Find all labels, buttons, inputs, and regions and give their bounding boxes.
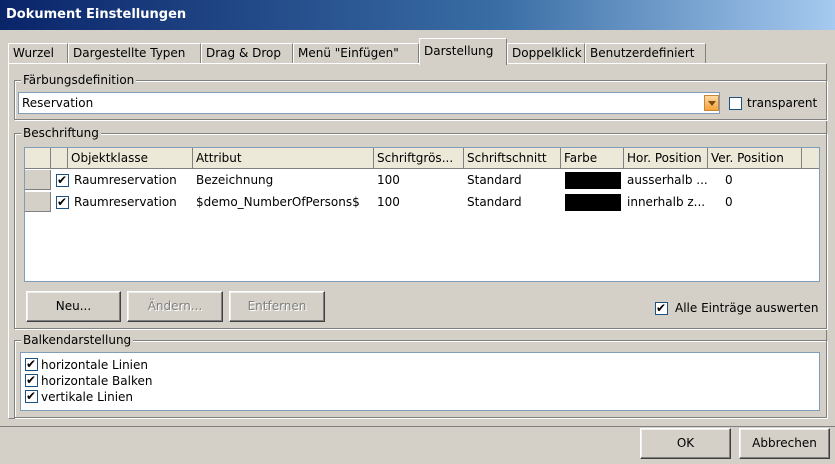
- table-cell-hor-position[interactable]: ausserhalb ...: [627, 170, 707, 190]
- table-cell-schriftschnitt[interactable]: Standard: [467, 170, 559, 190]
- tab-dargestellte-typen[interactable]: Dargestellte Typen: [68, 43, 201, 64]
- transparent-label: transparent: [747, 96, 818, 110]
- col-objektklasse[interactable]: Objektklasse: [68, 148, 193, 169]
- list-item[interactable]: vertikale Linien: [25, 388, 134, 405]
- table-cell-attribut[interactable]: Bezeichnung: [196, 170, 372, 190]
- tab-wurzel[interactable]: Wurzel: [8, 43, 68, 64]
- list-item[interactable]: horizontale Balken: [25, 372, 153, 389]
- balken-list: horizontale Linien horizontale Balken ve…: [20, 352, 820, 411]
- table-cell-hor-position[interactable]: innerhalb z...: [627, 192, 707, 212]
- neu-button[interactable]: Neu...: [26, 291, 121, 322]
- check-column-header: [51, 148, 68, 169]
- row-enabled-checkbox[interactable]: [56, 194, 69, 210]
- list-item-label: horizontale Balken: [41, 374, 153, 388]
- col-farbe[interactable]: Farbe: [561, 148, 624, 169]
- beschriftung-table: Objektklasse Attribut Schriftgrös... Sch…: [24, 147, 820, 282]
- horizontale-linien-checkbox[interactable]: [25, 356, 38, 372]
- row-enabled-checkbox[interactable]: [56, 172, 69, 188]
- table-cell-ver-position[interactable]: 0: [725, 170, 795, 190]
- table-cell-ver-position[interactable]: 0: [725, 192, 795, 212]
- col-schriftschnitt[interactable]: Schriftschnitt: [464, 148, 561, 169]
- balken-legend: Balkendarstellung: [21, 332, 134, 348]
- list-item[interactable]: horizontale Linien: [25, 356, 148, 373]
- chevron-down-icon[interactable]: [704, 95, 719, 111]
- tab-bar: Wurzel Dargestellte Typen Drag & Drop Me…: [8, 38, 827, 65]
- ok-button[interactable]: OK: [640, 428, 731, 459]
- tab-darstellung[interactable]: Darstellung: [419, 38, 507, 65]
- entfernen-button[interactable]: Entfernen: [229, 291, 325, 322]
- row-header[interactable]: [25, 192, 51, 212]
- table-cell-objektklasse[interactable]: Raumreservation: [74, 192, 192, 212]
- table-cell-schriftgroesse[interactable]: 100: [377, 170, 463, 190]
- col-hor-position[interactable]: Hor. Position: [624, 148, 708, 169]
- row-header[interactable]: [25, 170, 51, 190]
- transparent-checkbox[interactable]: [729, 97, 742, 110]
- faerbung-select[interactable]: Reservation: [18, 92, 720, 114]
- tab-doppelklick[interactable]: Doppelklick: [507, 43, 585, 64]
- col-schriftgroesse[interactable]: Schriftgrös...: [374, 148, 464, 169]
- header-filler: [802, 148, 819, 169]
- beschriftung-legend: Beschriftung: [21, 125, 101, 141]
- table-cell-farbe-swatch[interactable]: [565, 172, 621, 189]
- table-cell-objektklasse[interactable]: Raumreservation: [74, 170, 192, 190]
- cancel-button[interactable]: Abbrechen: [739, 428, 830, 459]
- alle-eintraege-checkbox[interactable]: [655, 300, 668, 316]
- col-attribut[interactable]: Attribut: [193, 148, 374, 169]
- list-item-label: vertikale Linien: [41, 390, 134, 404]
- table-cell-attribut[interactable]: $demo_NumberOfPersons$: [196, 192, 372, 212]
- table-cell-schriftschnitt[interactable]: Standard: [467, 192, 559, 212]
- list-item-label: horizontale Linien: [41, 358, 148, 372]
- tab-benutzerdefiniert[interactable]: Benutzerdefiniert: [585, 43, 706, 64]
- tab-menue-einfuegen[interactable]: Menü "Einfügen": [293, 43, 419, 64]
- vertikale-linien-checkbox[interactable]: [25, 388, 38, 404]
- faerbung-legend: Färbungsdefinition: [21, 72, 137, 88]
- horizontale-balken-checkbox[interactable]: [25, 372, 38, 388]
- footer-divider: [0, 426, 835, 427]
- aendern-button[interactable]: Ändern...: [127, 291, 223, 322]
- tab-drag-drop[interactable]: Drag & Drop: [201, 43, 293, 64]
- col-ver-position[interactable]: Ver. Position: [708, 148, 802, 169]
- window-title: Dokument Einstellungen: [0, 0, 835, 30]
- table-corner: [25, 148, 51, 169]
- table-cell-farbe-swatch[interactable]: [565, 194, 621, 211]
- alle-eintraege-label: Alle Einträge auswerten: [675, 301, 819, 315]
- table-cell-schriftgroesse[interactable]: 100: [377, 192, 463, 212]
